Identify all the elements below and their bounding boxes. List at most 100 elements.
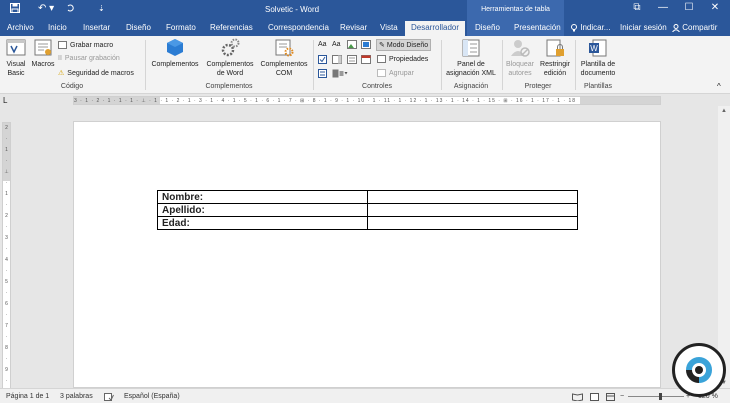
tab-selector-icon[interactable]: L (3, 96, 7, 105)
lightbulb-icon (571, 23, 577, 32)
panel-asignacion-label: Panel de asignación XML (446, 61, 496, 77)
redo-icon[interactable] (66, 3, 76, 16)
tab-insertar[interactable]: Insertar (83, 23, 110, 32)
tab-revisar[interactable]: Revisar (340, 23, 367, 32)
undo-icon[interactable]: ↶ ▾ (38, 3, 54, 14)
properties-icon (377, 55, 386, 63)
complementos-com-label: Complementos COM (260, 61, 308, 77)
propiedades-label: Propiedades (389, 55, 429, 63)
vertical-ruler-tick: 9 (5, 367, 8, 373)
visual-basic-button[interactable]: Visual Basic (3, 38, 29, 78)
group-label-asignacion: Asignación (453, 83, 489, 90)
tab-formato[interactable]: Formato (166, 23, 196, 32)
xml-mapping-icon (460, 38, 482, 58)
table-row: Apellido: (157, 203, 578, 217)
read-mode-icon[interactable] (572, 393, 583, 403)
vertical-ruler[interactable]: 2·1·⊥·1·2·3·4·5·6·7·8·9·10 (2, 122, 11, 392)
complementos-button[interactable]: Complementos (148, 38, 202, 69)
group-label-plantillas: Plantillas (583, 83, 612, 90)
ribbon-display-icon[interactable]: ⧉ (626, 2, 648, 18)
print-layout-icon[interactable] (590, 393, 599, 403)
tab-correspondencia[interactable]: Correspondencia (268, 23, 329, 32)
ruler-ticks: 3 · 1 · 2 · 1 · 1 · 1 · ⊥ · 1 · 1 · 2 · … (74, 98, 577, 104)
table-cell-label[interactable]: Apellido: (157, 203, 368, 217)
close-button[interactable]: ✕ (704, 2, 726, 18)
table-cell-value[interactable] (367, 216, 578, 230)
visual-basic-icon (5, 38, 27, 58)
plantilla-documento-button[interactable]: W Plantilla de documento (576, 38, 620, 78)
restringir-edicion-label: Restringir edición (540, 61, 570, 77)
table-cell-label[interactable]: Edad: (157, 216, 368, 230)
vertical-ruler-tick: 2 (5, 125, 8, 131)
share-label: Compartir (682, 23, 718, 32)
tab-referencias[interactable]: Referencias (210, 23, 253, 32)
maximize-button[interactable]: ☐ (678, 2, 700, 18)
table-cell-value[interactable] (367, 203, 578, 217)
date-picker-icon[interactable] (361, 55, 371, 66)
complementos-com-button[interactable]: Complementos COM (258, 38, 310, 78)
rich-text-control[interactable]: Aa (318, 41, 327, 48)
title-bar: ↶ ▾ ⇣ Solvetic - Word Herramientas de ta… (0, 0, 730, 20)
repeating-section-icon[interactable] (318, 69, 327, 80)
save-icon[interactable] (10, 3, 20, 16)
web-layout-icon[interactable] (606, 393, 615, 403)
panel-asignacion-button[interactable]: Panel de asignación XML (443, 38, 499, 78)
pausar-grabacion-label: Pausar grabación (64, 55, 120, 62)
tab-diseno[interactable]: Diseño (126, 23, 151, 32)
vertical-ruler-tick: 2 (5, 213, 8, 219)
collapse-ribbon-icon[interactable]: ^ (717, 82, 721, 91)
table-cell-value[interactable] (367, 190, 578, 204)
table-cell-label[interactable]: Nombre: (157, 190, 368, 204)
block-authors-icon (509, 38, 531, 58)
page-count[interactable]: Página 1 de 1 (6, 393, 49, 400)
dropdown-list-icon[interactable] (347, 55, 357, 66)
plain-text-control[interactable]: Aa (332, 41, 341, 48)
grabar-macro-button[interactable]: Grabar macro (58, 41, 113, 49)
word-count[interactable]: 3 palabras (60, 393, 93, 400)
tab-desarrollador[interactable]: Desarrollador (405, 21, 466, 36)
vertical-ruler-tick: · (5, 268, 8, 274)
zoom-slider[interactable] (628, 396, 684, 397)
signin-link[interactable]: Iniciar sesión (620, 23, 667, 32)
complementos-word-button[interactable]: Complementos de Word (204, 38, 256, 78)
combo-box-icon[interactable] (332, 55, 342, 66)
customize-toolbar-icon[interactable]: ⇣ (98, 4, 105, 13)
vertical-ruler-tick: · (5, 290, 8, 296)
horizontal-ruler[interactable]: 3 · 1 · 2 · 1 · 1 · 1 · ⊥ · 1 · 1 · 2 · … (73, 96, 661, 105)
document-page[interactable] (73, 121, 661, 388)
gears-icon (219, 38, 241, 58)
share-button[interactable]: Compartir (672, 23, 718, 33)
zoom-out-button[interactable]: − (620, 393, 624, 400)
group-label-proteger: Proteger (524, 83, 552, 90)
tell-me-label: Indicar... (580, 23, 611, 32)
checkbox-control-icon[interactable] (318, 55, 327, 66)
pause-icon: II (58, 55, 62, 62)
tab-diseno-tabla[interactable]: Diseño (475, 23, 500, 32)
person-icon (672, 23, 680, 33)
seguridad-macros-button[interactable]: ⚠ Seguridad de macros (58, 69, 134, 77)
restringir-edicion-button[interactable]: Restringir edición (537, 38, 573, 78)
modo-diseno-button[interactable]: ✎ Modo Diseño (376, 39, 432, 51)
tab-inicio[interactable]: Inicio (48, 23, 67, 32)
propiedades-button[interactable]: Propiedades (377, 55, 428, 63)
picture-control-icon[interactable] (347, 40, 357, 51)
status-bar: Página 1 de 1 3 palabras Español (España… (0, 388, 730, 403)
tell-me-box[interactable]: Indicar... (570, 23, 610, 32)
proofing-icon[interactable] (104, 393, 114, 403)
macros-button[interactable]: Macros (30, 38, 56, 69)
vertical-ruler-ticks: 2·1·⊥·1·2·3·4·5·6·7·8·9·10 (3, 123, 10, 391)
building-block-icon[interactable] (361, 40, 371, 51)
tab-presentacion[interactable]: Presentación (514, 23, 561, 32)
language-indicator[interactable]: Español (España) (124, 393, 180, 400)
minimize-button[interactable]: — (652, 2, 674, 18)
tab-archivo[interactable]: Archivo (7, 23, 34, 32)
watermark-logo (672, 343, 726, 397)
vertical-ruler-tick: 8 (5, 345, 8, 351)
table-row: Edad: (157, 216, 578, 230)
scroll-up-arrow-icon[interactable]: ▲ (721, 108, 727, 114)
tab-vista[interactable]: Vista (380, 23, 398, 32)
legacy-tools-icon[interactable] (332, 69, 348, 80)
form-table[interactable]: Nombre: Apellido: Edad: (157, 190, 578, 230)
zoom-slider-thumb[interactable] (659, 393, 662, 400)
vertical-ruler-tick: 1 (5, 147, 8, 153)
